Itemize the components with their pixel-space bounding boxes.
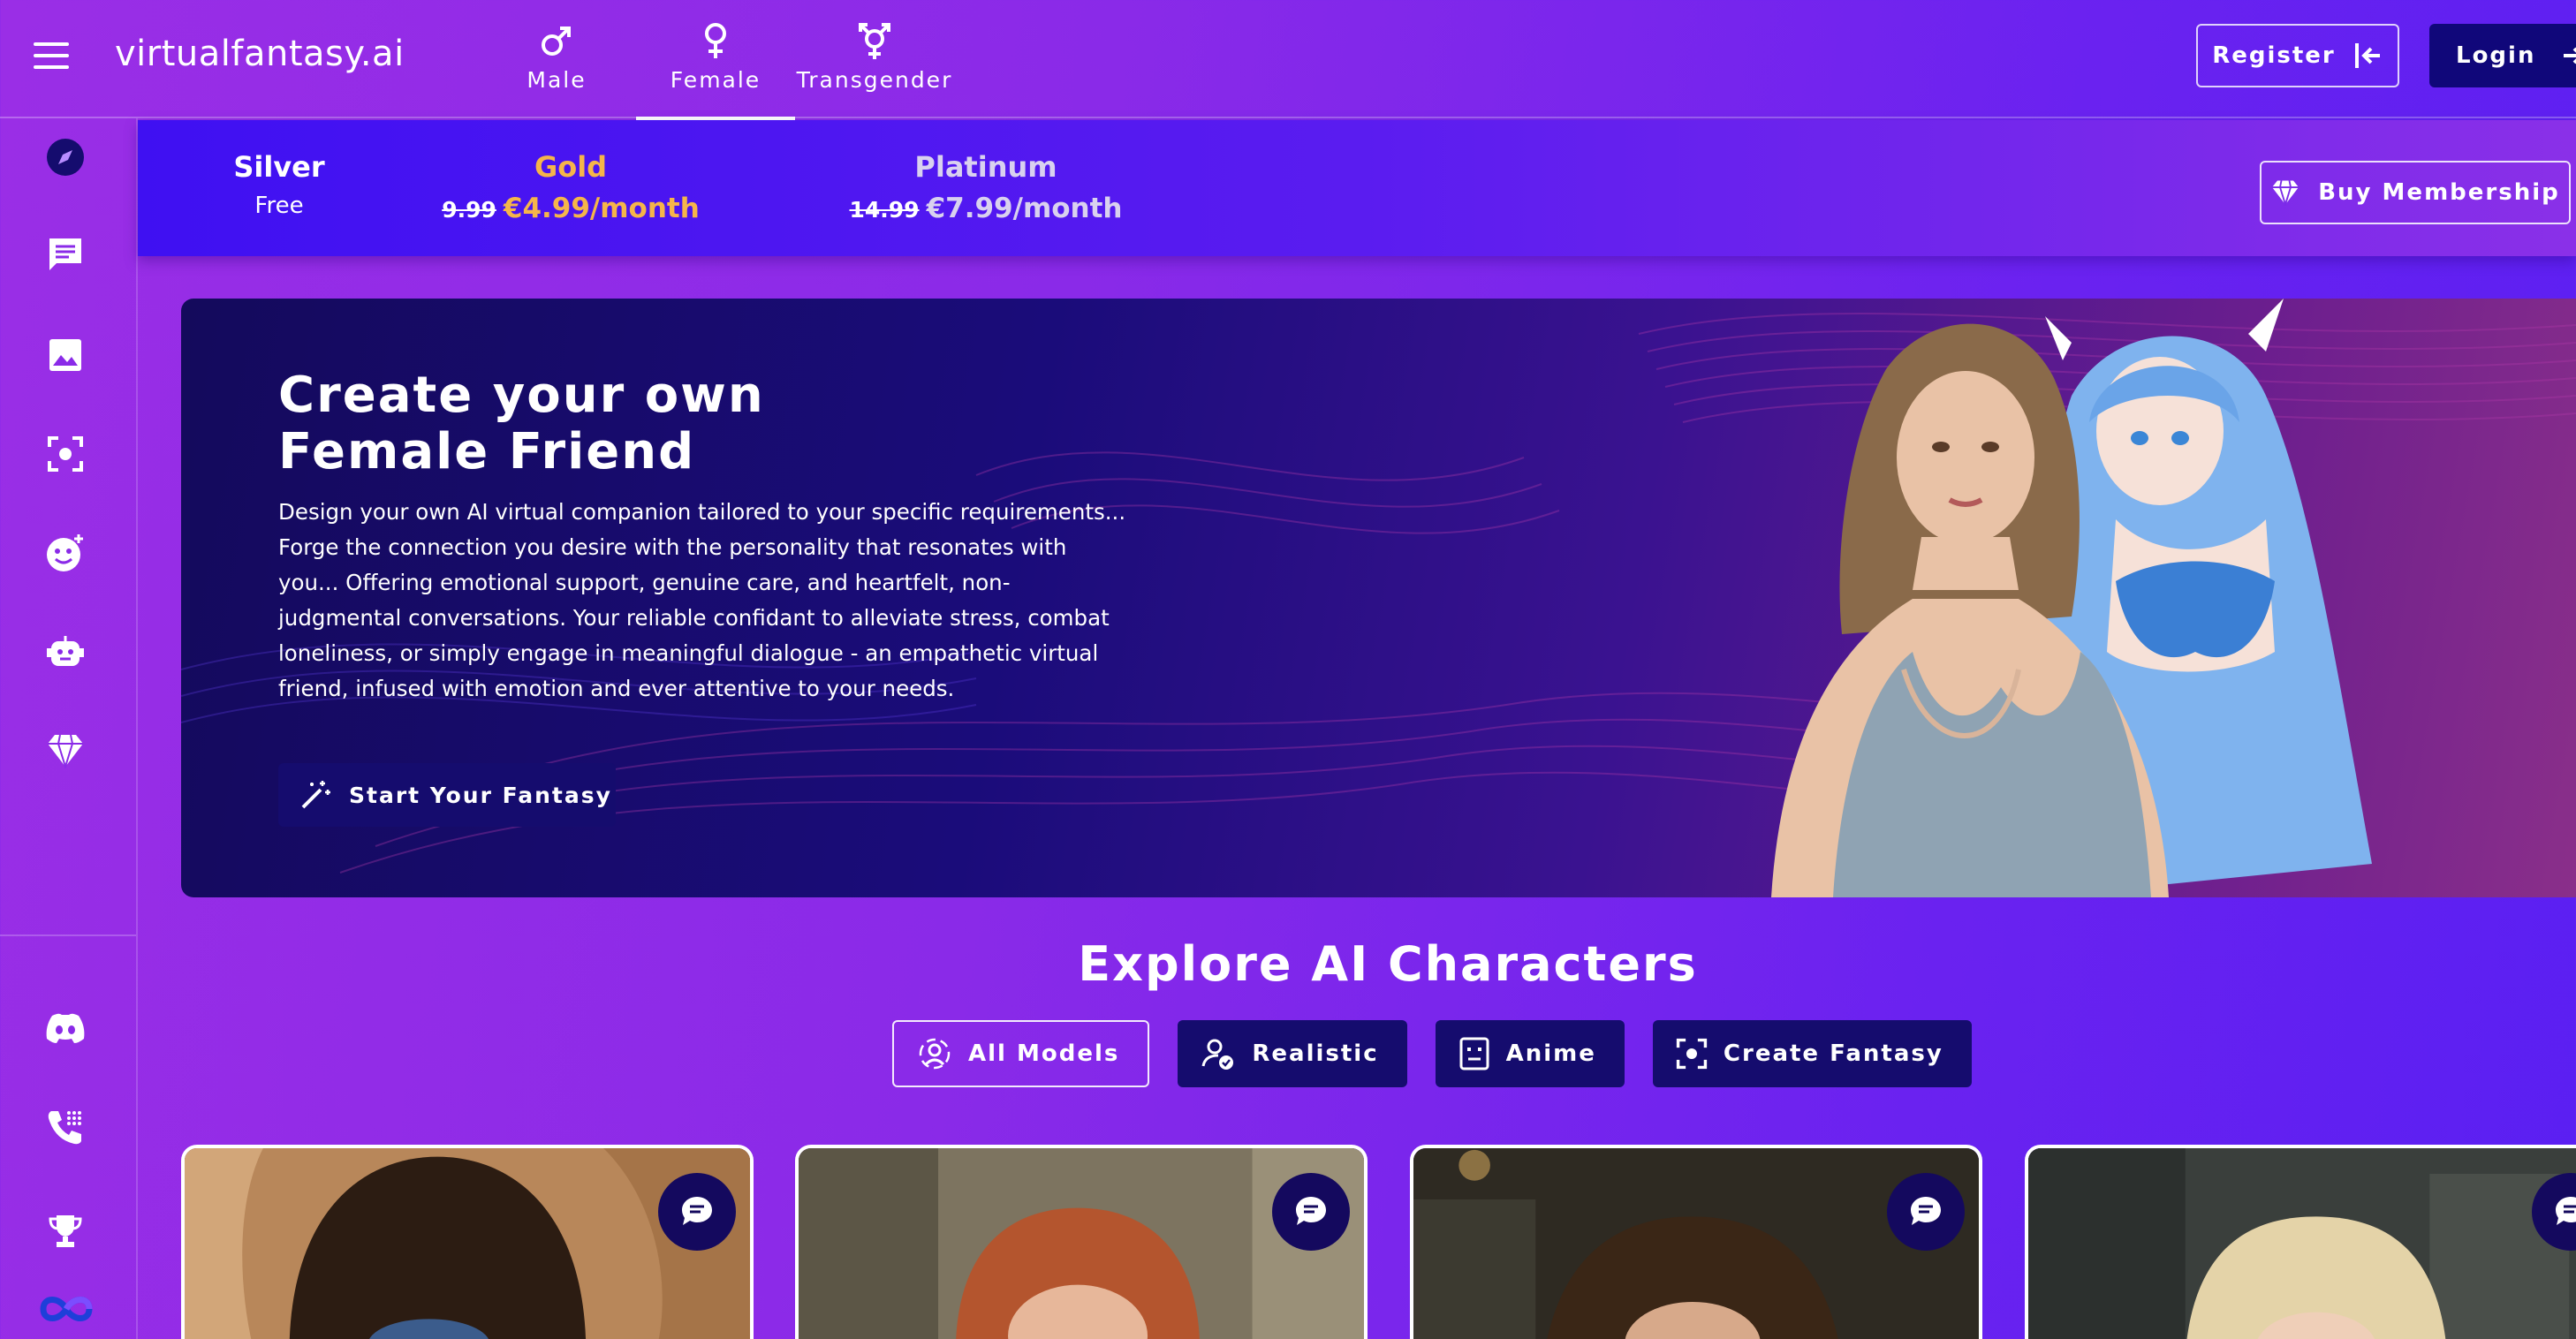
register-button[interactable]: Register xyxy=(2196,24,2399,87)
tier-gold-name: Gold xyxy=(534,150,608,184)
chat-bubble-button[interactable] xyxy=(1272,1173,1350,1251)
login-label: Login xyxy=(2456,42,2536,69)
character-photo xyxy=(2028,1148,2576,1339)
tab-male-label: Male xyxy=(527,66,587,93)
magic-wand-icon xyxy=(301,781,330,809)
tab-female-label: Female xyxy=(670,66,761,93)
hamburger-menu-icon[interactable] xyxy=(34,42,69,69)
tab-transgender-label: Transgender xyxy=(796,66,953,93)
focus-capture-icon xyxy=(1676,1038,1708,1070)
filter-create-fantasy[interactable]: Create Fantasy xyxy=(1652,1020,1972,1087)
chat-bubble-button[interactable] xyxy=(658,1173,736,1251)
chat-icon[interactable] xyxy=(44,233,87,276)
character-card[interactable] xyxy=(795,1145,1368,1339)
tier-gold[interactable]: Gold 9.99 €4.99/month xyxy=(429,150,712,224)
buy-membership-button[interactable]: Buy Membership xyxy=(2260,161,2571,224)
hero-banner: Create your own Female Friend Design you… xyxy=(181,299,2576,897)
filter-anime[interactable]: Anime xyxy=(1435,1020,1625,1087)
diamond-icon[interactable] xyxy=(44,730,87,772)
sidebar xyxy=(0,118,138,1339)
character-photo xyxy=(799,1148,1364,1339)
phone-dialpad-icon[interactable] xyxy=(44,1106,87,1148)
tab-transgender[interactable]: Transgender xyxy=(795,0,954,118)
all-models-icon xyxy=(919,1038,951,1070)
character-photo xyxy=(1413,1148,1979,1339)
tier-gold-old-price: 9.99 xyxy=(442,197,496,223)
tier-platinum-price-row: 14.99 €7.99/month xyxy=(845,193,1127,224)
compass-icon[interactable] xyxy=(44,136,87,178)
filter-anime-label: Anime xyxy=(1505,1040,1596,1067)
tier-silver-price: Free xyxy=(254,193,304,219)
chat-bubble-icon xyxy=(2556,1197,2576,1225)
tier-silver[interactable]: Silver Free xyxy=(191,150,367,219)
verified-user-icon xyxy=(1201,1039,1234,1070)
tier-platinum[interactable]: Platinum 14.99 €7.99/month xyxy=(845,150,1127,224)
character-photo xyxy=(185,1148,750,1339)
filter-realistic[interactable]: Realistic xyxy=(1178,1020,1407,1087)
trophy-icon[interactable] xyxy=(44,1210,87,1252)
emoji-add-icon[interactable] xyxy=(44,532,87,574)
female-symbol-icon xyxy=(705,22,726,58)
register-label: Register xyxy=(2212,42,2336,69)
diamond-icon xyxy=(2272,180,2299,206)
image-icon[interactable] xyxy=(44,334,87,376)
start-fantasy-button[interactable]: Start Your Fantasy xyxy=(278,763,616,827)
robot-icon[interactable] xyxy=(44,631,87,673)
tier-gold-price-row: 9.99 €4.99/month xyxy=(429,193,712,224)
character-filter-tabs: All Models Realistic Anime Create Fantas… xyxy=(892,1020,1972,1087)
tab-female[interactable]: Female xyxy=(636,0,795,120)
character-card[interactable] xyxy=(2025,1145,2576,1339)
character-card[interactable] xyxy=(1410,1145,1982,1339)
chat-bubble-icon xyxy=(1911,1197,1941,1225)
discord-icon[interactable] xyxy=(44,1007,87,1049)
tier-platinum-old-price: 14.99 xyxy=(849,197,920,223)
explore-section-title: Explore AI Characters xyxy=(1078,936,1698,992)
buy-membership-label: Buy Membership xyxy=(2318,179,2560,206)
tier-platinum-name: Platinum xyxy=(914,150,1057,184)
chat-bubble-button[interactable] xyxy=(1887,1173,1965,1251)
character-card[interactable] xyxy=(181,1145,754,1339)
gender-tabs: Male Female Transgender xyxy=(477,0,954,120)
brand-logo[interactable]: virtualfantasy.ai xyxy=(115,34,405,74)
hero-description: Design your own AI virtual companion tai… xyxy=(278,499,1126,701)
infinity-icon[interactable] xyxy=(35,1288,97,1330)
filter-create-fantasy-label: Create Fantasy xyxy=(1723,1040,1943,1067)
tier-gold-price: €4.99/month xyxy=(503,193,700,224)
chat-bubble-icon xyxy=(1296,1197,1326,1225)
filter-all-models-label: All Models xyxy=(968,1040,1120,1067)
hero-title: Create your own Female Friend xyxy=(278,367,765,480)
anime-face-icon xyxy=(1459,1037,1489,1070)
register-icon xyxy=(2354,43,2380,68)
tier-silver-name: Silver xyxy=(233,150,325,184)
filter-all-models[interactable]: All Models xyxy=(892,1020,1150,1087)
male-symbol-icon xyxy=(542,26,571,56)
login-button[interactable]: Login xyxy=(2429,24,2576,87)
login-icon xyxy=(2564,47,2576,64)
top-navigation-bar: virtualfantasy.ai Male Female Transgende… xyxy=(0,0,2576,120)
tab-male[interactable]: Male xyxy=(477,0,636,118)
chat-bubble-icon xyxy=(682,1197,712,1225)
membership-bar: Silver Free Gold 9.99 €4.99/month Platinu… xyxy=(138,120,2576,256)
filter-realistic-label: Realistic xyxy=(1252,1040,1379,1067)
hero-character-illustration xyxy=(1771,299,2372,897)
focus-capture-icon[interactable] xyxy=(44,433,87,475)
tier-platinum-price: €7.99/month xyxy=(926,193,1123,224)
transgender-symbol-icon xyxy=(859,22,890,59)
start-fantasy-label: Start Your Fantasy xyxy=(349,782,612,808)
